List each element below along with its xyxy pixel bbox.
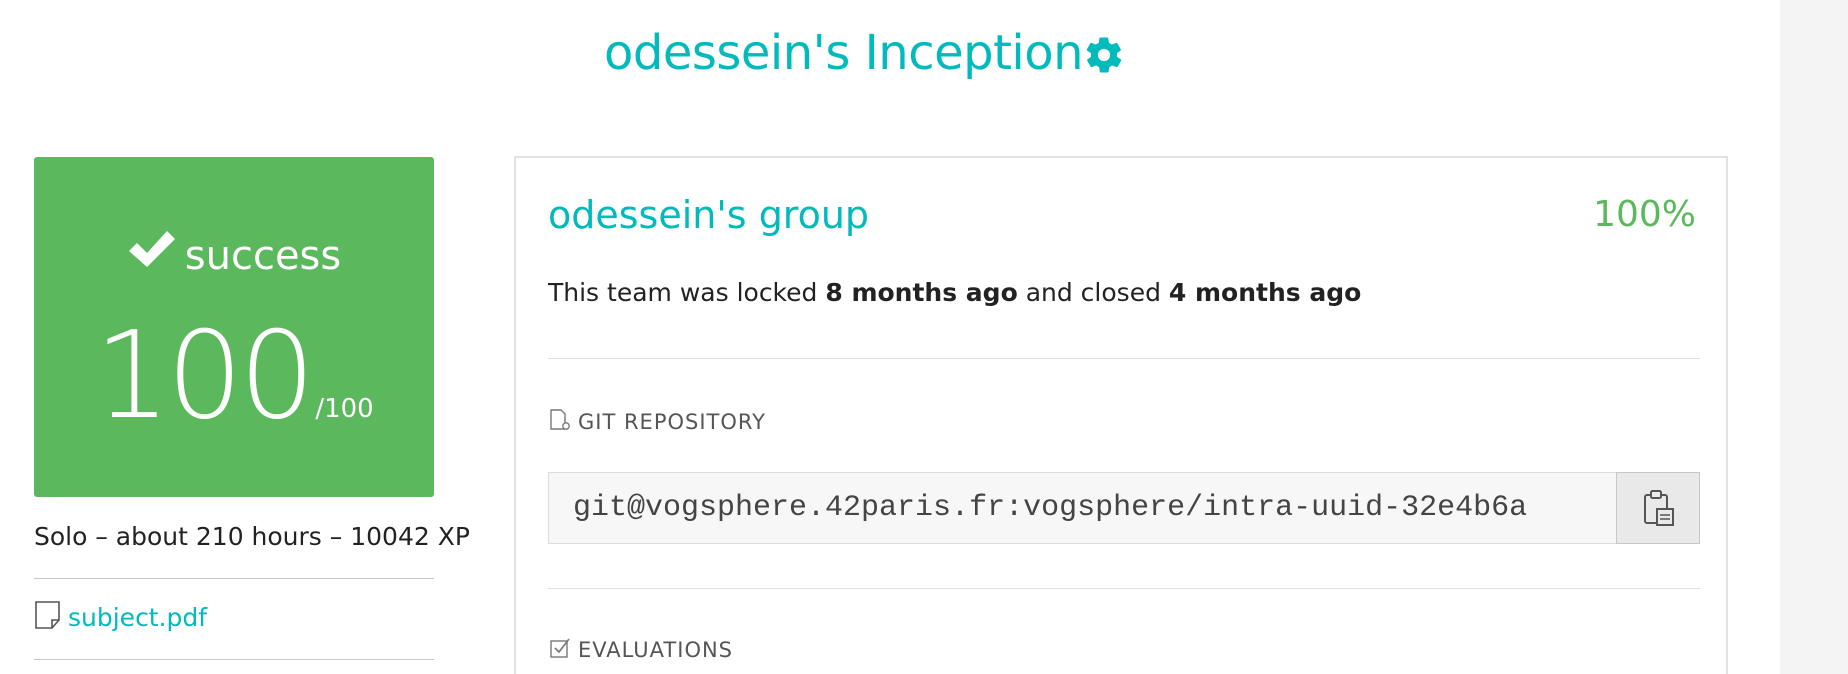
title-row: odessein's Inception — [0, 22, 1780, 84]
lock-middle: and closed — [1017, 278, 1169, 307]
closed-ago: 4 months ago — [1168, 278, 1362, 307]
score-card: success 100/100 — [34, 157, 434, 497]
right-gutter — [1780, 0, 1848, 674]
evaluations-heading: EVALUATIONS — [548, 636, 733, 664]
git-repository-heading: GIT REPOSITORY — [548, 408, 766, 436]
checkbox-icon — [550, 638, 570, 658]
git-repository-label: GIT REPOSITORY — [578, 410, 766, 434]
team-lock-status: This team was locked 8 months ago and cl… — [548, 276, 1361, 310]
status-row: success — [34, 227, 434, 281]
divider — [548, 588, 1700, 589]
status-label: success — [184, 233, 342, 279]
group-name: odessein's group — [548, 193, 870, 237]
copy-repo-button[interactable] — [1616, 472, 1700, 544]
evaluations-label: EVALUATIONS — [578, 638, 734, 662]
lock-prefix: This team was locked — [548, 278, 826, 307]
file-icon — [35, 601, 60, 629]
repo-url-box — [548, 472, 1700, 544]
clipboard-icon — [1644, 490, 1674, 526]
group-percentage: 100% — [1593, 194, 1696, 235]
divider — [548, 358, 1700, 359]
project-page: odessein's Inception success 100/100 Sol… — [0, 0, 1848, 674]
team-panel: odessein's group 100% This team was lock… — [514, 156, 1728, 674]
subject-link[interactable]: subject.pdf — [34, 600, 207, 636]
divider — [34, 659, 434, 660]
subject-link-label[interactable]: subject.pdf — [68, 603, 207, 632]
max-score: /100 — [315, 394, 374, 424]
score-row: 100/100 — [34, 317, 434, 437]
divider — [34, 578, 434, 579]
check-icon — [128, 231, 175, 267]
locked-ago: 8 months ago — [825, 278, 1018, 307]
project-meta: Solo – about 210 hours – 10042 XP — [34, 522, 470, 551]
final-score: 100 — [94, 307, 315, 446]
gear-icon[interactable] — [1083, 34, 1125, 76]
repo-url-field[interactable] — [549, 473, 1614, 543]
git-file-icon — [550, 409, 570, 430]
page-title: odessein's Inception — [604, 25, 1084, 81]
